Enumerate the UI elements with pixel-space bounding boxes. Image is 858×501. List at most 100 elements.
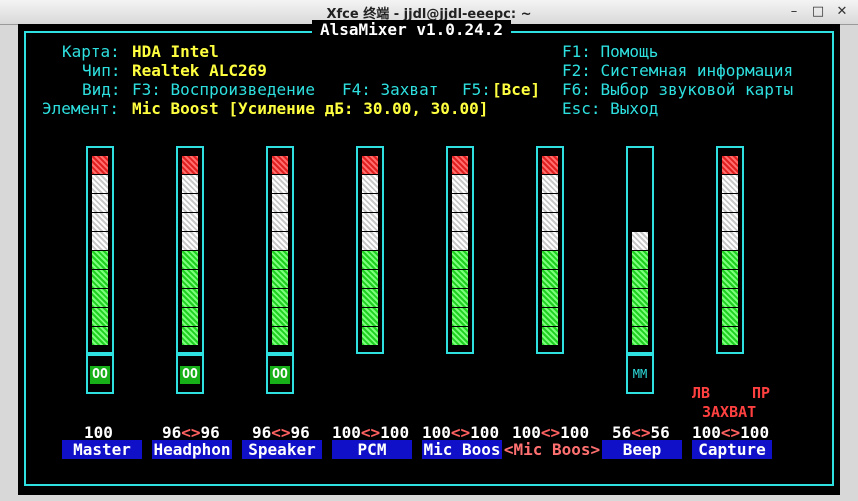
volume-bar[interactable] [716, 146, 744, 354]
volume-segment [632, 270, 648, 288]
volume-segment [542, 156, 558, 174]
volume-segment [92, 289, 108, 307]
volume-segment [272, 156, 288, 174]
view-f5: F5: [462, 80, 491, 99]
view-f4: F4: Захват [342, 80, 439, 99]
volume-segment [362, 194, 378, 212]
close-button[interactable]: ✕ [834, 4, 850, 20]
volume-segment [542, 251, 558, 269]
mute-switch[interactable]: OO [86, 354, 114, 394]
volume-segment [92, 232, 108, 250]
volume-segment [182, 270, 198, 288]
volume-segment [272, 251, 288, 269]
volume-segment [182, 213, 198, 231]
volume-segment [722, 327, 738, 345]
mute-switch[interactable]: OO [176, 354, 204, 394]
volume-bar[interactable] [176, 146, 204, 354]
volume-bar[interactable] [86, 146, 114, 354]
channel-name[interactable]: Speaker [242, 440, 322, 459]
volume-segment [272, 175, 288, 193]
volume-segment [182, 289, 198, 307]
volume-segment [722, 251, 738, 269]
card-label: Карта: [62, 42, 120, 61]
volume-segment [452, 213, 468, 231]
volume-segment [92, 175, 108, 193]
view-f3: F3: Воспроизведение [132, 80, 316, 99]
volume-segment [92, 213, 108, 231]
volume-segment [542, 175, 558, 193]
volume-bar[interactable] [446, 146, 474, 354]
mute-switch-state: OO [270, 366, 290, 384]
volume-segment [362, 251, 378, 269]
mute-switch[interactable]: OO [266, 354, 294, 394]
mute-switch-state: OO [90, 366, 110, 384]
volume-segment [632, 232, 648, 250]
volume-segment [362, 327, 378, 345]
volume-segment [452, 251, 468, 269]
volume-segment [182, 175, 198, 193]
help-f1: F1: Помощь [562, 42, 659, 61]
volume-segment [542, 308, 558, 326]
volume-segment [632, 289, 648, 307]
volume-segment [722, 156, 738, 174]
volume-segment [182, 156, 198, 174]
volume-segment [182, 194, 198, 212]
terminal-window: Xfce 终端 - jjdl@jjdl-eeepc: ~ – □ ✕ AlsaM… [0, 0, 858, 501]
mute-switch-state: OO [180, 366, 200, 384]
volume-segment [362, 156, 378, 174]
channel-name[interactable]: Mic Boos [422, 440, 502, 459]
volume-segment [542, 232, 558, 250]
channel-name[interactable]: Capture [692, 440, 772, 459]
chip-label: Чип: [82, 61, 121, 80]
volume-segment [722, 175, 738, 193]
element-value: Mic Boost [Усиление дБ: 30.00, 30.00] [132, 99, 489, 118]
app-title: AlsaMixer v1.0.24.2 [312, 20, 512, 39]
channel-name[interactable]: Beep [602, 440, 682, 459]
volume-segment [92, 156, 108, 174]
volume-segment [452, 194, 468, 212]
card-value: HDA Intel [132, 42, 219, 61]
minimize-button[interactable]: – [786, 4, 802, 20]
volume-segment [272, 289, 288, 307]
volume-segment [92, 327, 108, 345]
volume-segment [722, 308, 738, 326]
volume-segment [182, 308, 198, 326]
volume-segment [362, 289, 378, 307]
volume-bar[interactable] [536, 146, 564, 354]
volume-segment [92, 270, 108, 288]
channel-name[interactable]: Headphon [152, 440, 232, 459]
channel-name[interactable]: PCM [332, 440, 412, 459]
volume-segment [272, 232, 288, 250]
volume-bar[interactable] [266, 146, 294, 354]
volume-segment [542, 289, 558, 307]
volume-segment [542, 327, 558, 345]
volume-segment [362, 308, 378, 326]
view-label: Вид: [82, 80, 121, 99]
channel-name[interactable]: Master [62, 440, 142, 459]
volume-segment [92, 251, 108, 269]
help-f6: F6: Выбор звуковой карты [562, 80, 794, 99]
maximize-button[interactable]: □ [810, 4, 826, 20]
volume-segment [452, 175, 468, 193]
volume-segment [182, 251, 198, 269]
volume-bar[interactable] [356, 146, 384, 354]
volume-bar[interactable] [626, 146, 654, 354]
volume-segment [722, 213, 738, 231]
volume-segment [182, 327, 198, 345]
view-f5-value: [Все] [492, 80, 541, 99]
capture-label: ЗАХВАТ [702, 403, 757, 421]
volume-segment [362, 175, 378, 193]
mute-switch-state: MM [632, 367, 648, 381]
volume-segment [452, 232, 468, 250]
volume-segment [92, 194, 108, 212]
capture-right-label: ПР [752, 384, 771, 402]
volume-segment [542, 270, 558, 288]
volume-segment [452, 289, 468, 307]
volume-segment [182, 232, 198, 250]
volume-segment [272, 327, 288, 345]
volume-segment [542, 194, 558, 212]
mute-switch[interactable]: MM [626, 354, 654, 394]
capture-left-label: ЛВ [692, 384, 711, 402]
channel-name[interactable]: <Mic Boos> [502, 440, 602, 459]
volume-segment [722, 289, 738, 307]
